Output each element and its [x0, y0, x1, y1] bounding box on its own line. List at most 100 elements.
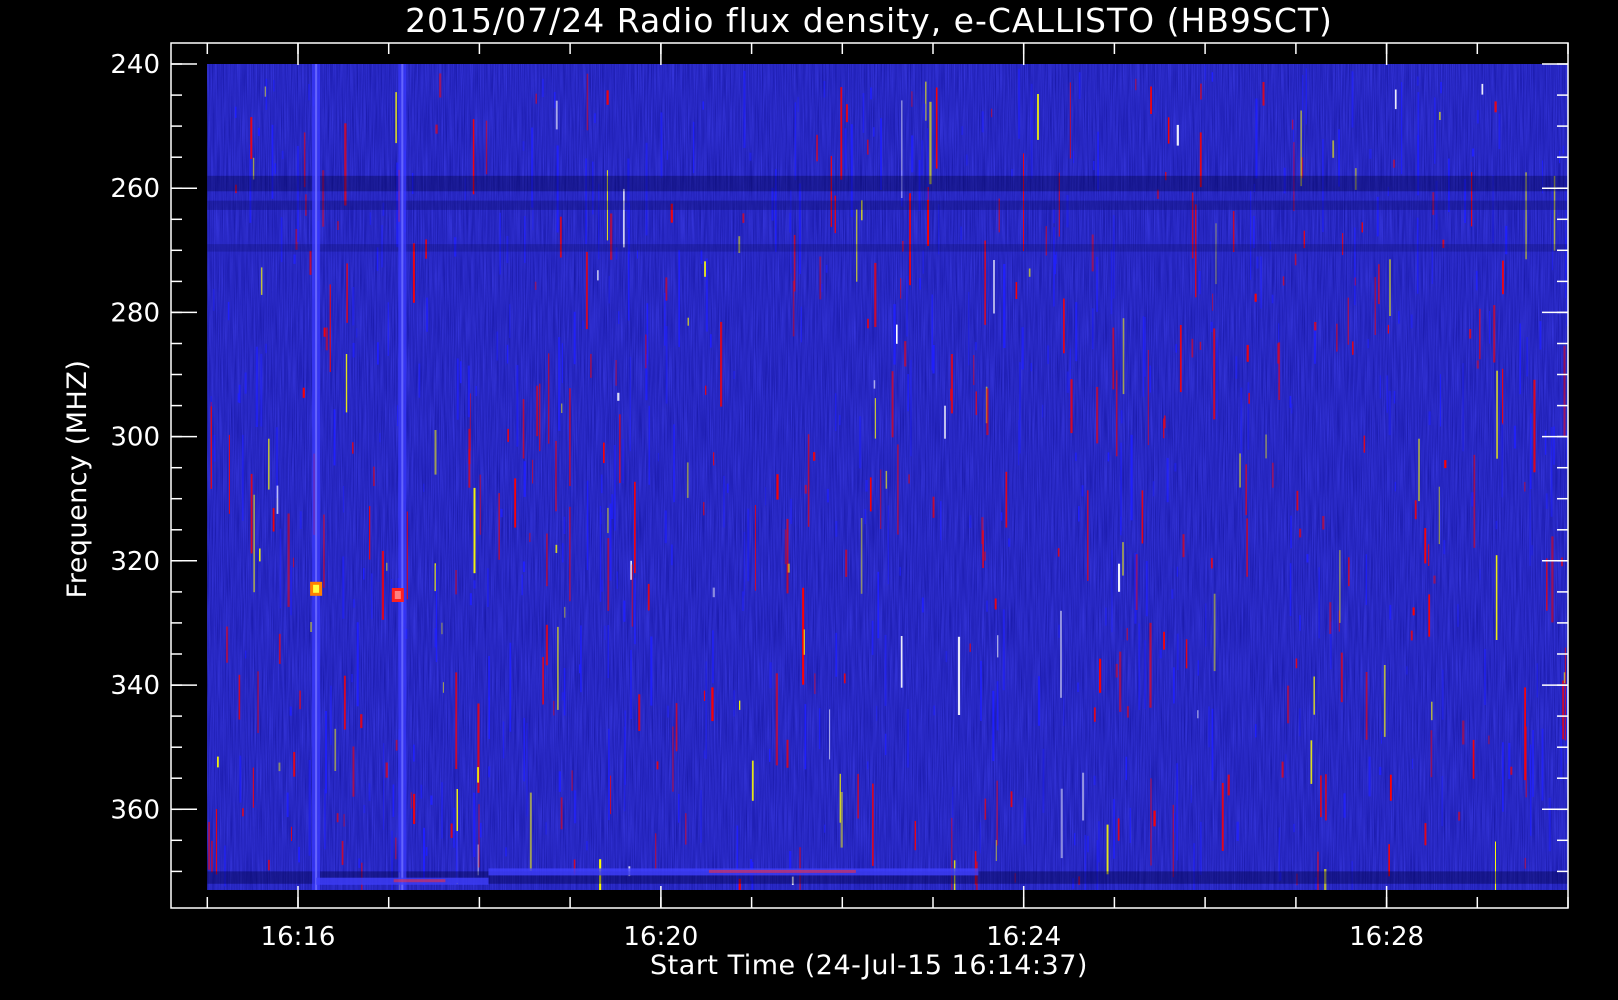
heatmap-streak [1000, 512, 1003, 521]
heatmap-streak [279, 528, 282, 609]
y-tick-label: 260 [110, 174, 160, 204]
heatmap-streak [945, 651, 948, 663]
heatmap-streak [667, 705, 669, 718]
heatmap-streak [1394, 481, 1396, 492]
heatmap-streak [1197, 710, 1199, 719]
heatmap-streak [896, 324, 898, 344]
heatmap-streak [1438, 486, 1440, 545]
heatmap-streak [268, 438, 270, 490]
heatmap-streak [1295, 658, 1298, 669]
heatmap-streak [1096, 256, 1098, 312]
heatmap-streak [1443, 540, 1446, 555]
heatmap-streak [1149, 365, 1152, 393]
heatmap-streak [343, 406, 345, 415]
heatmap-streak [426, 297, 428, 332]
heatmap-streak [1105, 607, 1107, 626]
heatmap-streak [1416, 217, 1419, 294]
heatmap-streak [1563, 345, 1566, 437]
heatmap-streak [1530, 744, 1532, 836]
heatmap-streak [1416, 76, 1419, 86]
heatmap-streak [1175, 344, 1177, 353]
heatmap-streak [1513, 425, 1516, 449]
heatmap-streak [252, 767, 254, 808]
heatmap-streak [330, 685, 332, 745]
heatmap-streak [1120, 410, 1123, 424]
heatmap-streak [1069, 82, 1071, 159]
heatmap-streak [1182, 534, 1185, 558]
heatmap-streak [1383, 665, 1386, 737]
heatmap-streak [1053, 209, 1055, 224]
heatmap-streak [523, 461, 526, 497]
heatmap-streak [876, 705, 878, 721]
heatmap-streak [308, 84, 310, 101]
heatmap-streak [430, 795, 433, 805]
heatmap-streak [281, 150, 284, 160]
heatmap-streak [298, 846, 300, 863]
heatmap-streak [900, 636, 903, 688]
heatmap-streak [1374, 277, 1376, 335]
heatmap-streak [1145, 561, 1148, 617]
heatmap-streak [700, 790, 702, 843]
heatmap-streak [622, 439, 624, 484]
heatmap-streak [1299, 615, 1301, 631]
heatmap-streak [397, 405, 399, 426]
heatmap-streak [994, 598, 997, 610]
heatmap-streak [726, 483, 729, 493]
heatmap-streak [1211, 708, 1214, 781]
heatmap-streak [1494, 101, 1497, 113]
heatmap-streak [666, 150, 668, 160]
heatmap-streak [343, 814, 345, 827]
heatmap-streak [1548, 797, 1551, 852]
heatmap-streak [733, 371, 735, 380]
heatmap-streak [541, 78, 544, 98]
heatmap-streak [1339, 550, 1341, 623]
heatmap-streak [891, 371, 894, 438]
heatmap-streak [1378, 264, 1380, 304]
heatmap-streak [1417, 92, 1420, 190]
heatmap-streak [637, 250, 638, 259]
heatmap-streak [840, 792, 843, 848]
heatmap-streak [603, 442, 605, 464]
heatmap-streak [557, 626, 559, 710]
heatmap-streak [1389, 259, 1391, 316]
heatmap-streak [542, 657, 544, 705]
heatmap-streak [608, 275, 610, 304]
heatmap-streak [741, 591, 745, 611]
heatmap-streak [1166, 457, 1169, 503]
heatmap-streak [1354, 227, 1356, 306]
heatmap-streak [395, 739, 398, 751]
heatmap-streak [1495, 520, 1498, 530]
heatmap-streak [733, 690, 735, 717]
heatmap-streak [678, 249, 680, 348]
heatmap-streak [1246, 344, 1249, 362]
feature-vertical-line-core [401, 64, 404, 890]
heatmap-streak [553, 92, 556, 109]
heatmap-streak [981, 111, 984, 133]
heatmap-streak [1439, 111, 1441, 120]
heatmap-streak [1367, 339, 1369, 349]
heatmap-streak [352, 342, 355, 358]
heatmap-streak [929, 101, 932, 185]
heatmap-streak [1245, 464, 1247, 516]
heatmap-streak [373, 466, 375, 487]
heatmap-streak [686, 462, 689, 498]
heatmap-streak [907, 374, 909, 412]
heatmap-streak [1227, 774, 1230, 796]
heatmap-streak [441, 782, 443, 839]
heatmap-streak [1539, 321, 1542, 350]
heatmap-streak [1081, 485, 1084, 497]
heatmap-streak [1053, 227, 1055, 307]
heatmap-streak [615, 360, 617, 386]
heatmap-streak [586, 73, 589, 131]
heatmap-streak [473, 487, 476, 574]
heatmap-streak [377, 342, 379, 365]
heatmap-streak [1282, 276, 1285, 286]
heatmap-streak [1299, 528, 1302, 538]
y-tick-label: 320 [110, 547, 160, 577]
heatmap-streak [867, 318, 869, 329]
heatmap-streak [1496, 370, 1498, 459]
heatmap-streak [1462, 720, 1465, 745]
heatmap-streak [743, 531, 746, 596]
heatmap-streak [1147, 350, 1149, 446]
heatmap-streak [439, 73, 442, 98]
